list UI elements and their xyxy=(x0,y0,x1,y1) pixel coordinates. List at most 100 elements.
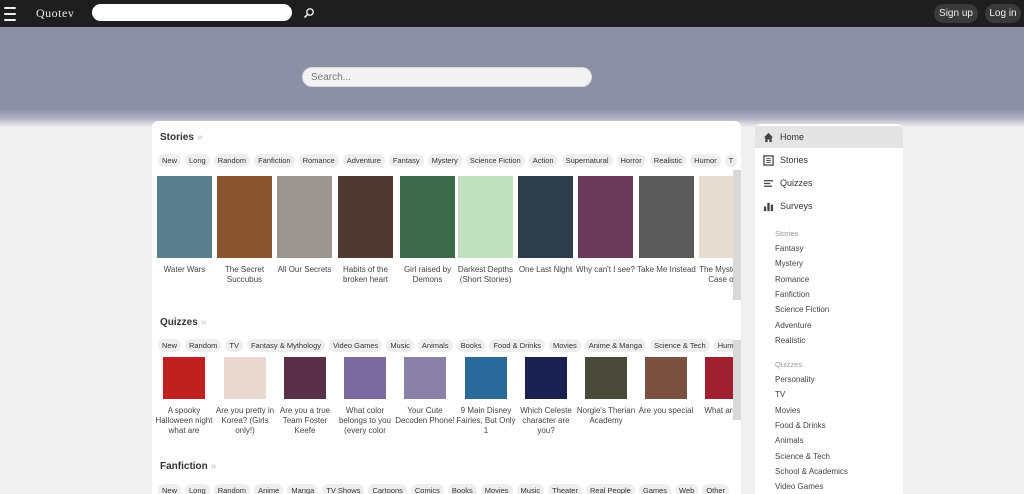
tag-chip[interactable]: New xyxy=(158,154,182,167)
tag-chip[interactable]: Anime & Manga xyxy=(584,339,647,352)
story-title[interactable]: Take Me Instead xyxy=(636,265,697,275)
story-cover[interactable] xyxy=(518,176,573,258)
quiz-cover[interactable] xyxy=(224,357,266,399)
tag-chip[interactable]: Random xyxy=(185,339,222,352)
quiz-title[interactable]: Your Cute Decoden Phone! xyxy=(395,406,455,426)
sign-up-button[interactable]: Sign up xyxy=(934,4,978,23)
quiz-title[interactable]: Are you a true Team Foster Keefe xyxy=(275,406,335,436)
tag-chip[interactable]: Music xyxy=(516,484,545,494)
tag-chip[interactable]: Games xyxy=(638,484,672,494)
story-title[interactable]: Why can't I see? xyxy=(575,265,636,275)
tag-chip[interactable]: Movies xyxy=(480,484,513,494)
story-title[interactable]: The Secret Succubus xyxy=(214,265,275,285)
quiz-title[interactable]: 9 Main Disney Fairies, But Only 1 xyxy=(456,406,516,436)
tag-chip[interactable]: Fanfiction xyxy=(254,154,295,167)
tag-chip[interactable]: Supernatural xyxy=(561,154,613,167)
stories-section-title[interactable]: Stories» xyxy=(160,132,202,143)
tag-chip[interactable]: Animals xyxy=(417,339,453,352)
sidebar-quizzes-link[interactable]: Food & Drinks xyxy=(775,421,826,430)
tag-chip[interactable]: Real People xyxy=(585,484,635,494)
tag-chip[interactable]: Web xyxy=(675,484,699,494)
sidebar-item-stories[interactable]: Stories xyxy=(755,149,903,171)
quizzes-section-title[interactable]: Quizzes» xyxy=(160,317,206,328)
sidebar-quizzes-link[interactable]: Movies xyxy=(775,406,800,415)
quiz-cover[interactable] xyxy=(645,357,687,399)
sidebar-quizzes-link[interactable]: School & Academics xyxy=(775,467,848,476)
tag-chip[interactable]: Science & Tech xyxy=(650,339,710,352)
tag-chip[interactable]: Manga xyxy=(287,484,319,494)
log-in-button[interactable]: Log in xyxy=(985,4,1021,23)
sidebar-quizzes-link[interactable]: TV xyxy=(775,390,785,399)
quiz-cover[interactable] xyxy=(344,357,386,399)
tag-chip[interactable]: Comics xyxy=(410,484,444,494)
sidebar-stories-link[interactable]: Science Fiction xyxy=(775,305,829,314)
quizzes-scrollbar[interactable] xyxy=(733,340,741,420)
menu-icon[interactable] xyxy=(4,6,16,22)
story-cover[interactable] xyxy=(458,176,513,258)
quiz-cover[interactable] xyxy=(284,357,326,399)
quiz-cover[interactable] xyxy=(465,357,507,399)
tag-chip[interactable]: Long xyxy=(185,484,210,494)
tag-chip[interactable]: Realistic xyxy=(649,154,687,167)
quiz-title[interactable]: Are you special xyxy=(636,406,696,416)
sidebar-stories-link[interactable]: Romance xyxy=(775,275,809,284)
tag-chip[interactable]: Food & Drinks xyxy=(489,339,545,352)
story-title[interactable]: All Our Secrets xyxy=(274,265,335,275)
tag-chip[interactable]: Movies xyxy=(548,339,581,352)
story-title[interactable]: One Last Night xyxy=(515,265,576,275)
sidebar-stories-link[interactable]: Fanfiction xyxy=(775,290,810,299)
quiz-title[interactable]: Which Celeste character are you? xyxy=(516,406,576,436)
quiz-cover[interactable] xyxy=(585,357,627,399)
quiz-cover[interactable] xyxy=(163,357,205,399)
quiz-title[interactable]: Are you pretty in Korea? (Girls only!) xyxy=(215,406,275,436)
story-cover[interactable] xyxy=(400,176,455,258)
tag-chip[interactable]: Long xyxy=(185,154,210,167)
quiz-cover[interactable] xyxy=(404,357,446,399)
quiz-title[interactable]: What color belongs to you (every color xyxy=(335,406,395,436)
story-title[interactable]: Water Wars xyxy=(154,265,215,275)
tag-chip[interactable]: Action xyxy=(528,154,558,167)
quiz-title[interactable]: A spooky Halloween night what are xyxy=(154,406,214,436)
fanfiction-section-title[interactable]: Fanfiction» xyxy=(160,461,216,472)
tag-chip[interactable]: T xyxy=(724,154,738,167)
quiz-cover[interactable] xyxy=(525,357,567,399)
story-cover[interactable] xyxy=(157,176,212,258)
sidebar-stories-link[interactable]: Realistic xyxy=(775,336,805,345)
quiz-title[interactable]: Norgie's Therian Academy xyxy=(576,406,636,426)
tag-chip[interactable]: Anime xyxy=(254,484,284,494)
tag-chip[interactable]: Mystery xyxy=(427,154,462,167)
story-cover[interactable] xyxy=(639,176,694,258)
tag-chip[interactable]: Adventure xyxy=(342,154,385,167)
tag-chip[interactable]: Books xyxy=(447,484,477,494)
sidebar-quizzes-link[interactable]: Personality xyxy=(775,375,815,384)
sidebar-item-surveys[interactable]: Surveys xyxy=(755,195,903,217)
tag-chip[interactable]: TV Shows xyxy=(322,484,365,494)
story-title[interactable]: Habits of the broken heart xyxy=(335,265,396,285)
site-logo[interactable]: Quotev xyxy=(36,6,74,21)
tag-chip[interactable]: Video Games xyxy=(329,339,383,352)
tag-chip[interactable]: Random xyxy=(213,154,251,167)
sidebar-stories-link[interactable]: Mystery xyxy=(775,259,803,268)
tag-chip[interactable]: New xyxy=(158,339,182,352)
tag-chip[interactable]: Science Fiction xyxy=(465,154,525,167)
tag-chip[interactable]: Fantasy xyxy=(388,154,424,167)
tag-chip[interactable]: Theater xyxy=(548,484,582,494)
sidebar-stories-link[interactable]: Adventure xyxy=(775,321,811,330)
tag-chip[interactable]: Cartoons xyxy=(368,484,407,494)
story-cover[interactable] xyxy=(217,176,272,258)
tag-chip[interactable]: Humor xyxy=(690,154,721,167)
sidebar-stories-link[interactable]: Fantasy xyxy=(775,244,803,253)
story-cover[interactable] xyxy=(277,176,332,258)
tag-chip[interactable]: Romance xyxy=(298,154,339,167)
tag-chip[interactable]: Horror xyxy=(616,154,646,167)
stories-scrollbar[interactable] xyxy=(733,170,741,300)
sidebar-item-quizzes[interactable]: Quizzes xyxy=(755,172,903,194)
story-cover[interactable] xyxy=(338,176,393,258)
sidebar-quizzes-link[interactable]: Animals xyxy=(775,436,803,445)
sidebar-quizzes-link[interactable]: Science & Tech xyxy=(775,452,830,461)
tag-chip[interactable]: Music xyxy=(386,339,414,352)
tag-chip[interactable]: Other xyxy=(702,484,730,494)
story-title[interactable]: Girl raised by Demons xyxy=(397,265,458,285)
hero-search-input[interactable] xyxy=(302,67,592,87)
tag-chip[interactable]: TV xyxy=(225,339,243,352)
